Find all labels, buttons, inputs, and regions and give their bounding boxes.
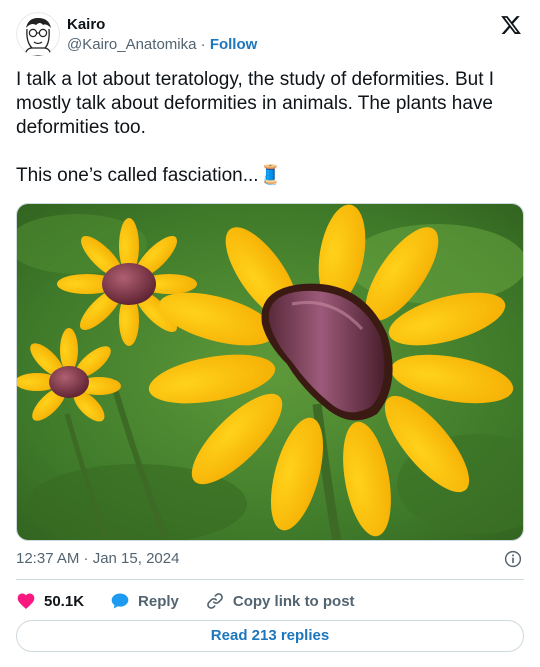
follow-button[interactable]: Follow: [210, 36, 258, 53]
author-handle-line: @Kairo_Anatomika · Follow: [67, 35, 257, 55]
read-replies-button[interactable]: Read 213 replies: [16, 620, 524, 652]
tweet-photo[interactable]: [16, 203, 524, 541]
copy-link-button[interactable]: Copy link to post: [205, 591, 355, 611]
reply-bubble-icon: [111, 593, 129, 609]
handle-separator: ·: [200, 36, 206, 53]
author-display-name[interactable]: Kairo: [67, 15, 257, 35]
x-logo-icon[interactable]: [500, 14, 522, 36]
divider: [16, 579, 524, 580]
author-handle[interactable]: @Kairo_Anatomika: [67, 36, 196, 53]
copy-link-label: Copy link to post: [232, 592, 355, 610]
author-block: Kairo @Kairo_Anatomika · Follow: [67, 15, 257, 55]
tweet-header: Kairo @Kairo_Anatomika · Follow: [16, 12, 524, 58]
like-count: 50.1K: [44, 592, 85, 610]
avatar[interactable]: [16, 12, 60, 56]
action-bar: 50.1K Reply Copy link to post: [16, 588, 524, 614]
tweet-text: I talk a lot about teratology, the study…: [16, 69, 495, 186]
info-icon[interactable]: [504, 550, 522, 568]
fasciated-flower-photo: [17, 204, 523, 540]
link-icon: [207, 593, 223, 609]
heart-icon: [17, 593, 35, 609]
timestamp[interactable]: 12:37 AM · Jan 15, 2024: [16, 550, 179, 567]
timestamp-row: 12:37 AM · Jan 15, 2024: [16, 548, 524, 570]
like-button[interactable]: 50.1K: [16, 591, 84, 611]
tweet-card: Kairo @Kairo_Anatomika · Follow I talk a…: [0, 0, 540, 667]
reply-label: Reply: [138, 592, 179, 610]
reply-button[interactable]: Reply: [110, 591, 179, 611]
